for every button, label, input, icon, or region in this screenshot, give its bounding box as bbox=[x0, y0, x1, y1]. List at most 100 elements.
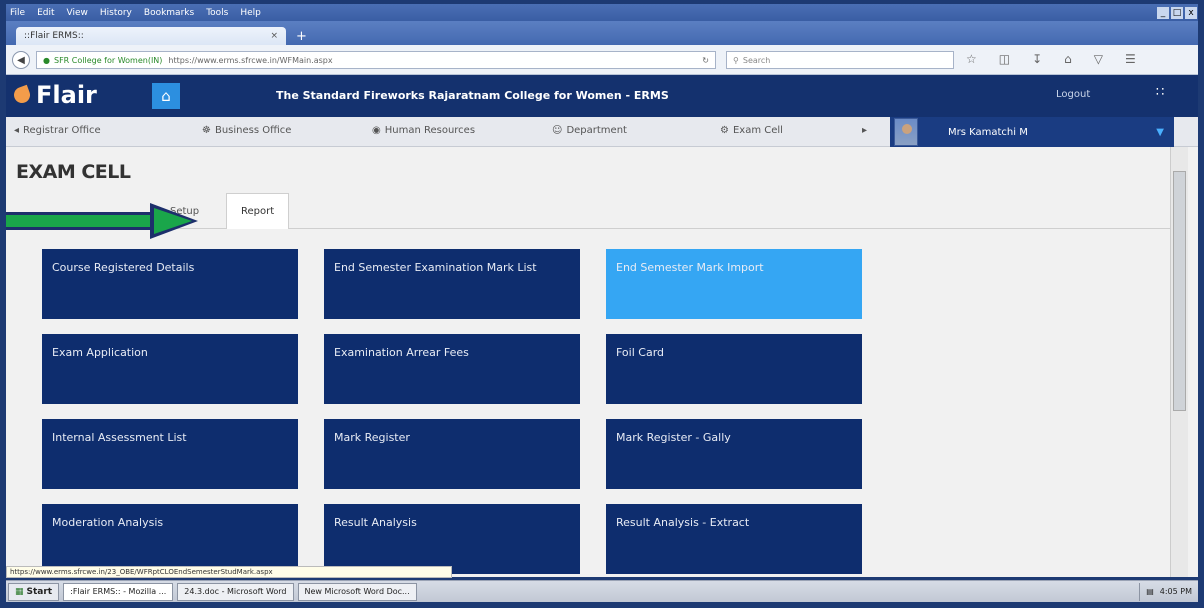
reload-icon[interactable]: ↻ bbox=[702, 56, 709, 65]
nav-registrar-office[interactable]: ◂ Registrar Office bbox=[14, 125, 101, 136]
hamburger-menu-icon[interactable]: ☰ bbox=[1125, 52, 1136, 66]
tile-examination-arrear-fees[interactable]: Examination Arrear Fees bbox=[324, 334, 580, 404]
network-icon[interactable]: ▤ bbox=[1146, 587, 1154, 596]
tile-label: Exam Application bbox=[52, 346, 148, 359]
page-viewport: Flair ⌂ The Standard Fireworks Rajaratna… bbox=[6, 75, 1198, 577]
window-buttons: _ □ x bbox=[1156, 6, 1198, 19]
tile-label: Result Analysis - Extract bbox=[616, 516, 750, 529]
app-header: Flair ⌂ The Standard Fireworks Rajaratna… bbox=[6, 75, 1198, 117]
brand-name: Flair bbox=[36, 81, 97, 109]
tile-mark-register-gally[interactable]: Mark Register - Gally bbox=[606, 419, 862, 489]
screen-frame: File Edit View History Bookmarks Tools H… bbox=[0, 0, 1204, 608]
tile-label: Examination Arrear Fees bbox=[334, 346, 469, 359]
menu-bookmarks[interactable]: Bookmarks bbox=[144, 8, 194, 18]
menu-view[interactable]: View bbox=[67, 8, 88, 18]
chevron-right-icon[interactable]: ▸ bbox=[862, 125, 867, 136]
nav-exam-cell[interactable]: ⚙ Exam Cell bbox=[720, 125, 783, 136]
browser-tab-strip: ::Flair ERMS:: × + bbox=[6, 21, 1198, 45]
taskbar-item-firefox[interactable]: :Flair ERMS:: - Mozilla ... bbox=[63, 582, 174, 601]
search-placeholder: Search bbox=[742, 55, 771, 65]
start-label: Start bbox=[26, 586, 53, 597]
taskbar-item-word-doc[interactable]: 24.3.doc - Microsoft Word bbox=[177, 582, 294, 601]
tile-internal-assessment-list[interactable]: Internal Assessment List bbox=[42, 419, 298, 489]
tile-label: Moderation Analysis bbox=[52, 516, 164, 529]
library-icon[interactable]: ◫ bbox=[999, 52, 1010, 66]
lock-icon: ● bbox=[43, 55, 50, 65]
tile-result-analysis-extract[interactable]: Result Analysis - Extract bbox=[606, 504, 862, 574]
taskbar-label: New Microsoft Word Doc... bbox=[304, 587, 410, 596]
tile-end-semester-mark-import[interactable]: End Semester Mark Import bbox=[606, 249, 862, 319]
tile-course-registered-details[interactable]: Course Registered Details bbox=[42, 249, 298, 319]
taskbar-item-new-word-doc[interactable]: New Microsoft Word Doc... bbox=[297, 582, 417, 601]
close-window-button[interactable]: x bbox=[1185, 6, 1197, 19]
nav-department[interactable]: ☺ Department bbox=[552, 125, 627, 136]
user-menu[interactable]: Mrs Kamatchi M ▼ bbox=[890, 117, 1174, 147]
tile-label: End Semester Mark Import bbox=[616, 261, 764, 274]
nav-label: Registrar Office bbox=[23, 125, 101, 136]
caret-down-icon[interactable]: ▼ bbox=[1156, 127, 1164, 138]
flame-logo-icon bbox=[11, 84, 33, 106]
users-icon: ☸ bbox=[202, 125, 211, 136]
tile-exam-application[interactable]: Exam Application bbox=[42, 334, 298, 404]
report-tiles: Course Registered Details End Semester E… bbox=[6, 229, 1170, 577]
nav-label: Department bbox=[566, 125, 627, 136]
tile-label: Mark Register - Gally bbox=[616, 431, 731, 444]
tile-label: Foil Card bbox=[616, 346, 665, 359]
group-icon: ◉ bbox=[372, 125, 381, 136]
browser-toolbar-icons: ☆ ◫ ↧ ⌂ ▽ ☰ bbox=[966, 52, 1136, 66]
taskbar-label: 24.3.doc - Microsoft Word bbox=[184, 587, 287, 596]
pocket-icon[interactable]: ▽ bbox=[1094, 52, 1103, 66]
windows-logo-icon: ▦ bbox=[15, 586, 24, 597]
search-icon: ⚲ bbox=[733, 55, 739, 65]
start-button[interactable]: ▦ Start bbox=[8, 582, 60, 601]
tile-label: Result Analysis bbox=[334, 516, 417, 529]
nav-label: Business Office bbox=[214, 125, 292, 136]
back-button[interactable]: ◀ bbox=[12, 51, 30, 69]
tile-label: Mark Register bbox=[334, 431, 410, 444]
college-name: The Standard Fireworks Rajaratnam Colleg… bbox=[276, 89, 669, 102]
user-icon: ☺ bbox=[552, 125, 563, 136]
module-nav: ◂ Registrar Office ☸ Business Office ◉ H… bbox=[6, 117, 1198, 147]
bookmark-star-icon[interactable]: ☆ bbox=[966, 52, 977, 66]
nav-human-resources[interactable]: ◉ Human Resources bbox=[372, 125, 475, 136]
tab-label: Report bbox=[241, 206, 275, 217]
tile-foil-card[interactable]: Foil Card bbox=[606, 334, 862, 404]
nav-business-office[interactable]: ☸ Business Office bbox=[202, 125, 291, 136]
taskbar-label: :Flair ERMS:: - Mozilla ... bbox=[70, 587, 167, 596]
user-gear-icon: ⚙ bbox=[720, 125, 729, 136]
tile-result-analysis[interactable]: Result Analysis bbox=[324, 504, 580, 574]
tile-label: Internal Assessment List bbox=[52, 431, 187, 444]
menu-tools[interactable]: Tools bbox=[206, 8, 228, 18]
site-identity: SFR College for Women(IN) bbox=[53, 55, 163, 65]
vertical-scrollbar[interactable] bbox=[1170, 147, 1188, 577]
menu-edit[interactable]: Edit bbox=[37, 8, 54, 18]
tile-mark-register[interactable]: Mark Register bbox=[324, 419, 580, 489]
menu-file[interactable]: File bbox=[10, 8, 25, 18]
new-tab-button[interactable]: + bbox=[296, 29, 307, 44]
logout-link[interactable]: Logout bbox=[1056, 89, 1090, 100]
scrollbar-thumb[interactable] bbox=[1173, 171, 1186, 411]
browser-tab[interactable]: ::Flair ERMS:: × bbox=[16, 27, 286, 45]
url-text: https://www.erms.sfrcwe.in/WFMain.aspx bbox=[168, 55, 333, 65]
apps-grid-icon[interactable]: ∷ bbox=[1156, 85, 1164, 100]
clock[interactable]: 4:05 PM bbox=[1160, 587, 1192, 596]
flair-logo: Flair bbox=[11, 81, 97, 109]
search-input[interactable]: ⚲ Search bbox=[726, 51, 954, 69]
avatar bbox=[894, 118, 918, 146]
download-icon[interactable]: ↧ bbox=[1032, 52, 1042, 66]
tile-moderation-analysis[interactable]: Moderation Analysis bbox=[42, 504, 298, 574]
taskbar: ▦ Start :Flair ERMS:: - Mozilla ... 24.3… bbox=[6, 580, 1198, 602]
home-button[interactable]: ⌂ bbox=[152, 83, 180, 109]
minimize-button[interactable]: _ bbox=[1157, 6, 1169, 19]
tab-report[interactable]: Report bbox=[226, 193, 290, 229]
home-icon[interactable]: ⌂ bbox=[1064, 52, 1072, 66]
close-tab-icon[interactable]: × bbox=[270, 31, 278, 41]
status-url: https://www.erms.sfrcwe.in/23_OBE/WFRptC… bbox=[6, 566, 452, 578]
tile-label: End Semester Examination Mark List bbox=[334, 261, 537, 274]
maximize-button[interactable]: □ bbox=[1171, 6, 1183, 19]
address-bar[interactable]: ● SFR College for Women(IN) https://www.… bbox=[36, 51, 716, 69]
menu-help[interactable]: Help bbox=[240, 8, 261, 18]
tile-end-semester-examination-mark-list[interactable]: End Semester Examination Mark List bbox=[324, 249, 580, 319]
menu-history[interactable]: History bbox=[100, 8, 132, 18]
chevron-left-icon[interactable]: ◂ bbox=[14, 125, 19, 136]
